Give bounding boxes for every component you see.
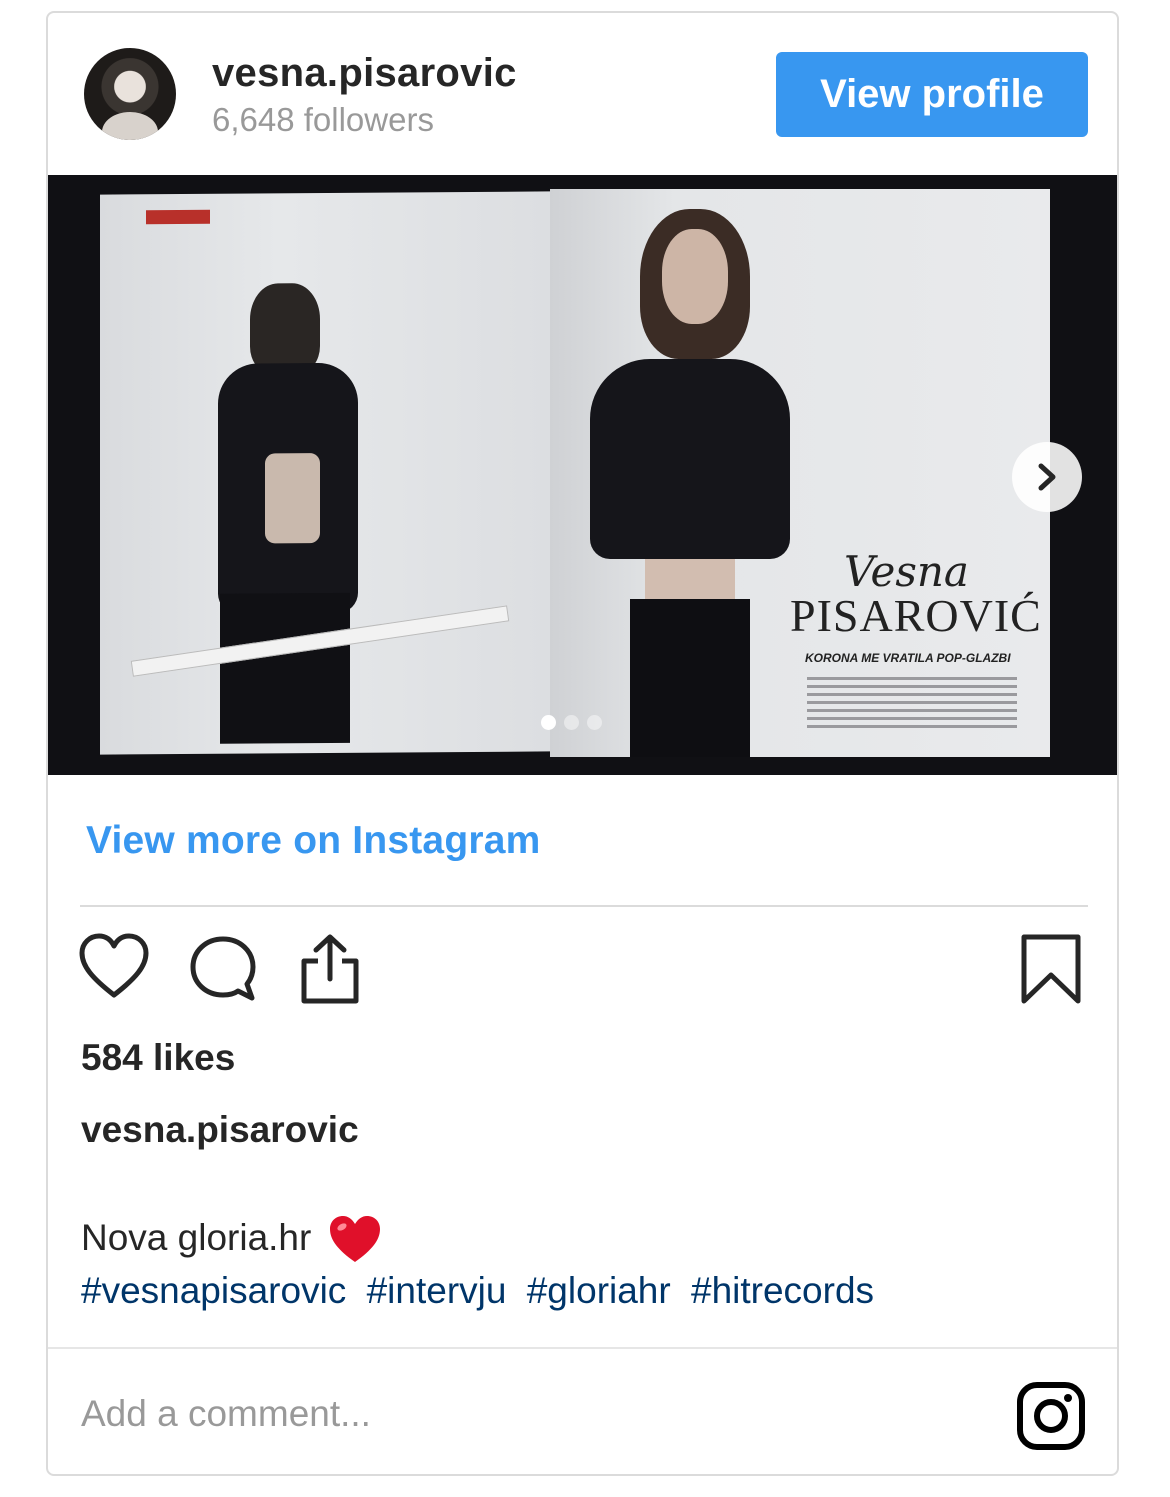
carousel-next-button[interactable]	[1012, 442, 1082, 512]
carousel-dot	[541, 715, 556, 730]
magazine-right-page	[550, 189, 1050, 757]
carousel-dot	[587, 715, 602, 730]
chevron-right-icon	[1038, 463, 1056, 491]
hashtag-link[interactable]: #intervju	[367, 1270, 507, 1311]
carousel-dot	[564, 715, 579, 730]
magazine-spread: Vesna PISAROVIĆ KORONA ME VRATILA POP-GL…	[100, 189, 1054, 757]
carousel-indicator	[541, 715, 602, 730]
hashtag-list: #vesnapisarovic #intervju #gloriahr #hit…	[81, 1270, 884, 1312]
caption-username[interactable]: vesna.pisarovic	[81, 1109, 359, 1151]
comment-icon[interactable]	[188, 934, 258, 1004]
hashtag-link[interactable]: #hitrecords	[691, 1270, 874, 1311]
hashtag-link[interactable]: #gloriahr	[527, 1270, 671, 1311]
divider	[80, 905, 1088, 907]
post-image[interactable]: Vesna PISAROVIĆ KORONA ME VRATILA POP-GL…	[48, 175, 1117, 775]
view-profile-button[interactable]: View profile	[776, 52, 1088, 137]
followers-count: 6,648 followers	[212, 101, 434, 138]
avatar[interactable]	[84, 48, 176, 140]
magazine-body-text	[807, 677, 1017, 733]
view-more-link[interactable]: View more on Instagram	[86, 819, 540, 863]
magazine-last-name: PISAROVIĆ	[790, 590, 1042, 641]
action-bar	[48, 931, 1117, 1009]
post-header: vesna.pisarovic 6,648 followers View pro…	[48, 13, 1117, 175]
footer-divider	[48, 1347, 1117, 1349]
instagram-embed-card: vesna.pisarovic 6,648 followers View pro…	[46, 11, 1119, 1476]
magazine-section-label	[146, 209, 210, 225]
magazine-left-page	[100, 191, 550, 755]
heart-icon[interactable]	[78, 933, 150, 999]
bookmark-icon[interactable]	[1020, 933, 1082, 1005]
caption-text: Nova gloria.hr	[81, 1215, 382, 1265]
share-icon[interactable]	[298, 933, 362, 1005]
add-comment-input[interactable]: Add a comment...	[81, 1393, 371, 1435]
hashtag-link[interactable]: #vesnapisarovic	[81, 1270, 346, 1311]
magazine-subtitle: KORONA ME VRATILA POP-GLAZBI	[805, 651, 1011, 665]
caption-body: Nova gloria.hr	[81, 1216, 312, 1258]
red-heart-icon	[329, 1216, 380, 1262]
header-username[interactable]: vesna.pisarovic	[212, 51, 517, 96]
instagram-icon[interactable]	[1016, 1381, 1086, 1451]
likes-count[interactable]: 584 likes	[81, 1037, 235, 1079]
